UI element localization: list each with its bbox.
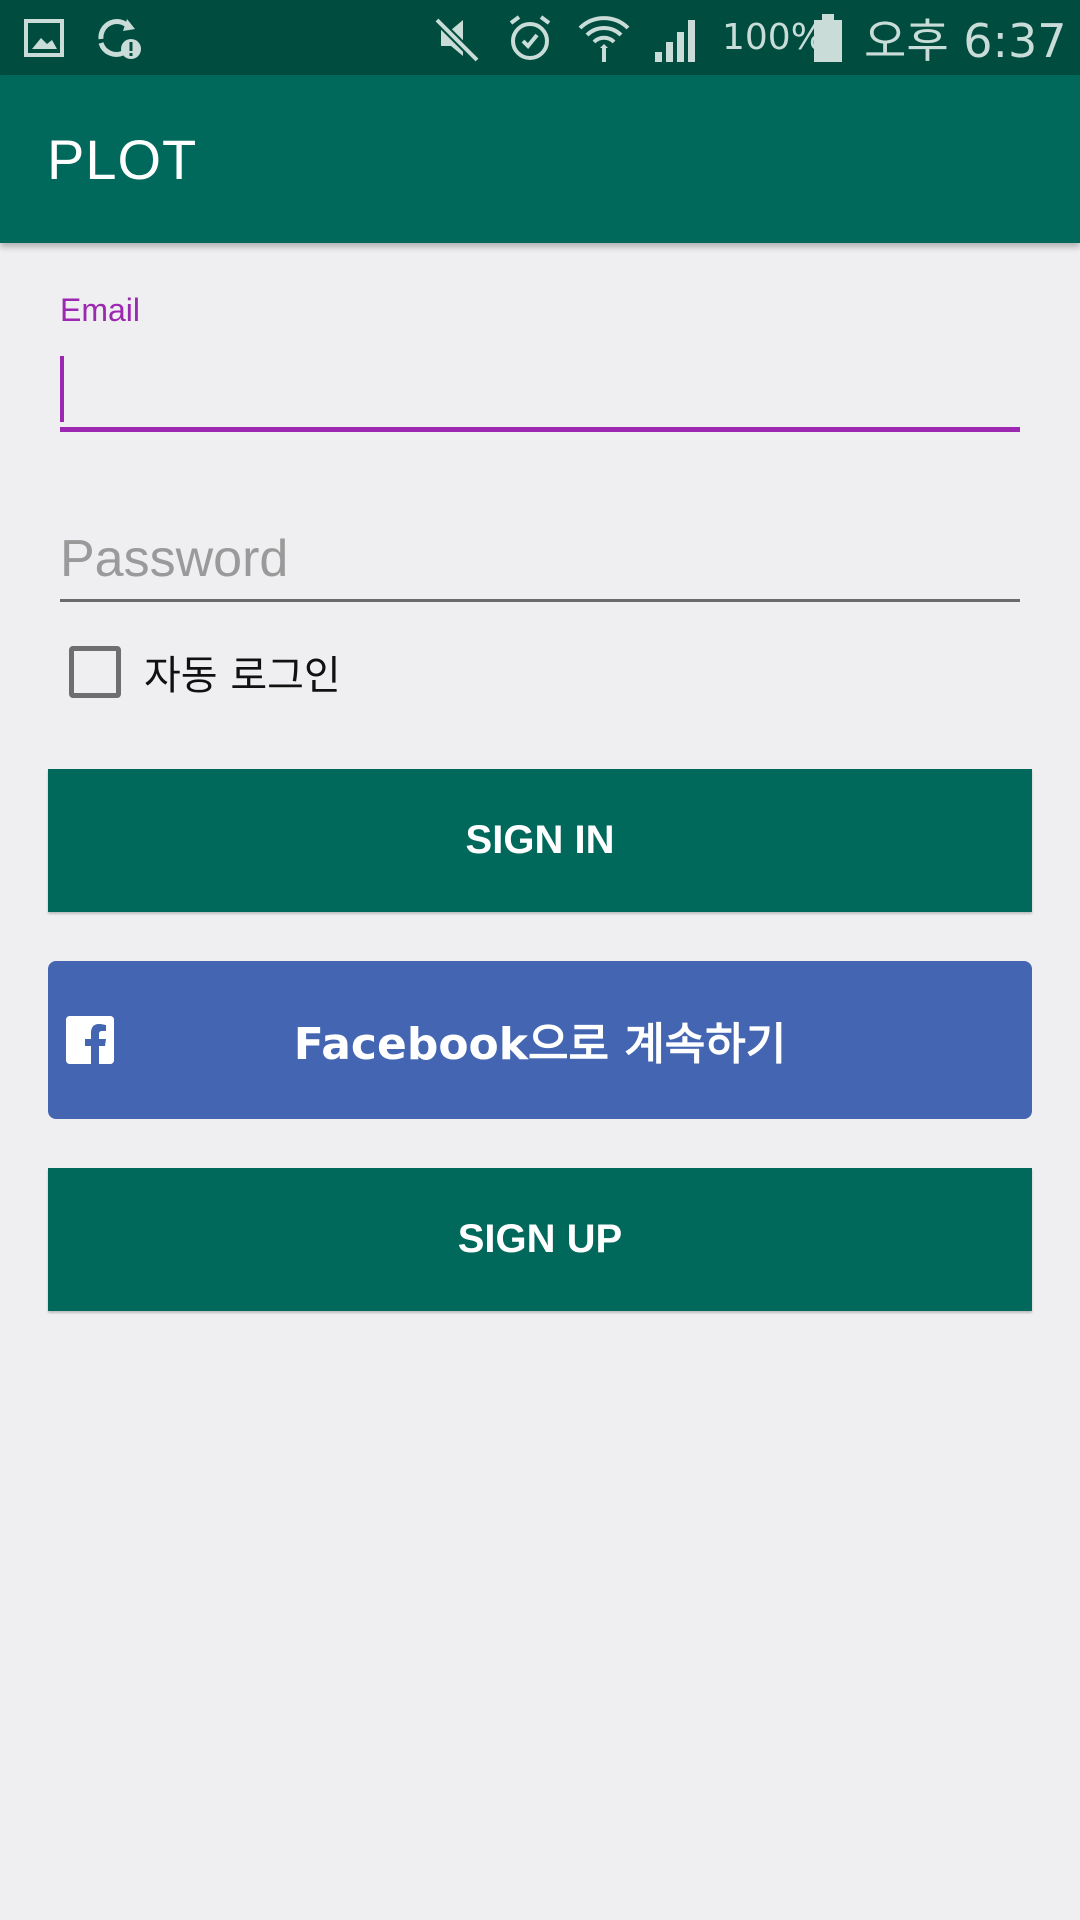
auto-login-label[interactable]: 자동 로그인: [144, 644, 341, 700]
sign-up-button[interactable]: SIGN UP: [48, 1168, 1032, 1311]
wifi-icon: [575, 10, 633, 66]
clock: 오후 6:37: [864, 13, 1067, 68]
sign-up-label: SIGN UP: [457, 1217, 623, 1261]
text-cursor: [60, 356, 64, 422]
mute-icon: [430, 10, 484, 66]
gallery-icon: [20, 10, 70, 66]
email-label: Email: [60, 292, 141, 328]
app-bar: PLOT: [0, 75, 1080, 243]
sync-alert-icon: [92, 10, 144, 66]
email-field[interactable]: [60, 350, 1020, 432]
app-title: PLOT: [47, 127, 198, 191]
auto-login-checkbox[interactable]: [69, 646, 121, 698]
password-field[interactable]: [60, 518, 1020, 602]
signal-icon: [650, 10, 704, 66]
facebook-icon: [66, 1016, 114, 1064]
facebook-login-button[interactable]: Facebook으로 계속하기: [48, 961, 1032, 1119]
facebook-login-label: Facebook으로 계속하기: [293, 1019, 787, 1070]
alarm-icon: [505, 10, 555, 66]
sign-in-label: SIGN IN: [465, 818, 615, 862]
battery-icon: [810, 10, 846, 66]
sign-in-button[interactable]: SIGN IN: [48, 769, 1032, 912]
status-bar: 100% 오후 6:37: [0, 0, 1080, 75]
